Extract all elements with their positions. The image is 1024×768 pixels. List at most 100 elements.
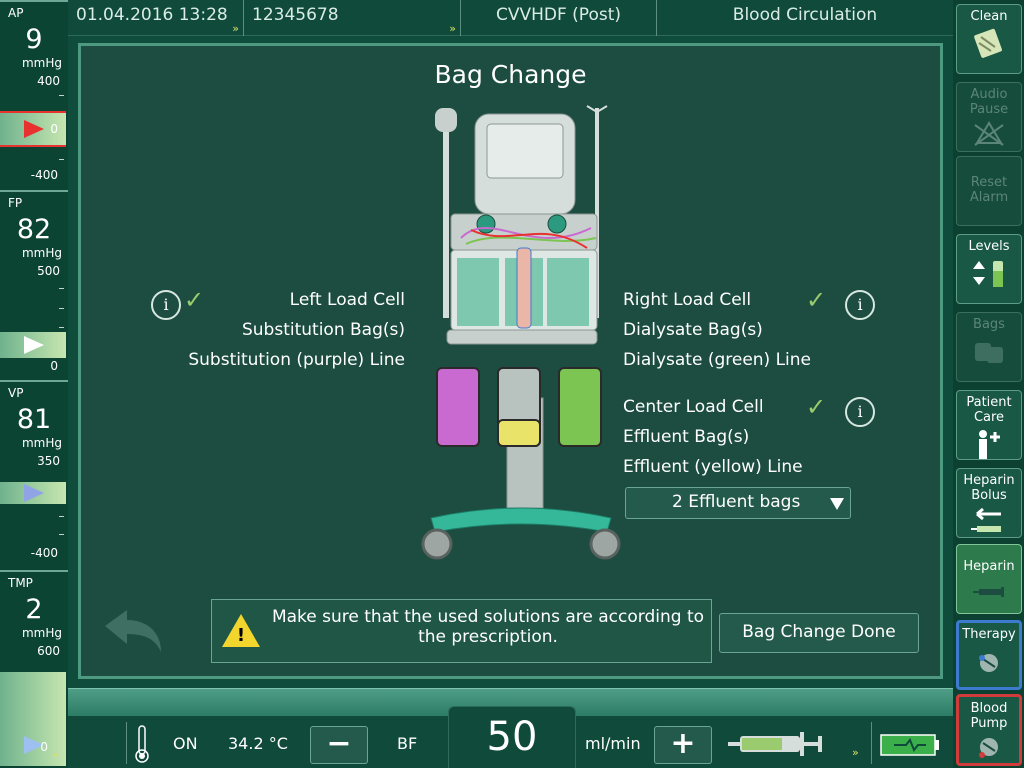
effluent-bags-label: Effluent Bag(s) [623,427,750,447]
effluent-line-label: Effluent (yellow) Line [623,457,803,477]
therapy-mode-cell: CVVHDF (Post) [461,0,657,36]
flow-decrease-button[interactable]: − [310,726,368,764]
pressure-label: AP [8,6,24,20]
effluent-bags-select[interactable]: 2 Effluent bags [625,487,851,519]
levels-button[interactable]: Levels [956,234,1022,304]
top-bar: 01.04.2016 13:28 » 12345678 » CVVHDF (Po… [68,0,953,36]
function-button-column: Clean Audio Pause Reset Alarm Levels Bag… [953,0,1024,768]
left-load-cell-info-icon[interactable]: i [151,290,181,320]
battery-icon [880,734,939,756]
substitution-line-label: Substitution (purple) Line [188,350,405,370]
button-label: Heparin Bolus [963,473,1015,503]
warning-text: Make sure that the used solutions are ac… [271,607,705,647]
pressure-value: 81 [16,404,52,435]
pressure-value: 2 [25,594,43,625]
pressure-vp[interactable]: VP 81 mmHg 350 -400 [0,380,68,570]
center-load-cell-label: Center Load Cell [623,397,764,417]
blood-flow-value: 50 [448,706,576,768]
bag-change-dialog: Bag Change i ✓ Left Load Cell Substituti… [78,43,943,679]
pressure-unit: mmHg [21,246,62,260]
pressure-value: 9 [25,24,43,55]
pressure-min: -400 [30,168,58,182]
button-label: Clean [970,9,1008,24]
pressure-fp[interactable]: FP 82 mmHg 500 0 [0,190,68,380]
button-label: Reset Alarm [969,175,1009,205]
substitution-bag-icon [436,367,480,447]
dialysate-line-label: Dialysate (green) Line [623,350,812,370]
pressure-unit: mmHg [21,56,62,70]
bags-icon [975,343,1003,363]
button-label: Heparin [963,559,1015,574]
therapy-mode: CVVHDF (Post) [495,5,622,25]
left-load-cell-label: Left Load Cell [289,290,405,310]
effluent-bags-select-value: 2 Effluent bags [672,492,801,512]
pressure-unit: mmHg [21,436,62,450]
flow-unit: ml/min [585,734,641,753]
dialog-title: Bag Change [434,60,587,89]
pressure-tmp[interactable]: TMP 2 mmHg 600 0 » [0,570,68,768]
blood-pump-button[interactable]: Blood Pump [956,694,1022,766]
pressure-label: TMP [8,576,33,590]
bag-change-screen: AP 9 mmHg 400 0 -400 FP 82 mmHg 500 0 VP [0,0,1024,768]
pressure-min: -400 [30,546,58,560]
pressure-zero: 0 [50,359,58,373]
more-arrows-icon: » [232,22,239,35]
clean-icon [974,28,1002,58]
flow-increase-button[interactable]: + [654,726,712,764]
temperature-value: 34.2 °C [228,734,288,753]
heparin-button[interactable]: Heparin [956,544,1022,614]
pressure-label: FP [8,196,23,210]
bag-change-done-button[interactable]: Bag Change Done [719,613,919,653]
patient-id-cell[interactable]: 12345678 » [244,0,461,36]
audio-pause-button[interactable]: Audio Pause [956,82,1022,152]
pressure-zero: 0 [40,740,48,754]
blood-pump-icon [979,738,998,758]
pressure-zero: 0 [50,122,58,136]
button-label: Patient Care [966,395,1012,425]
patient-care-button[interactable]: Patient Care [956,390,1022,460]
bf-label: BF [397,734,418,753]
more-arrows-icon: » [852,746,859,759]
pressure-ap[interactable]: AP 9 mmHg 400 0 -400 [0,0,68,190]
pressure-max: 400 [37,74,60,88]
pressure-column: AP 9 mmHg 400 0 -400 FP 82 mmHg 500 0 VP [0,0,68,768]
reset-alarm-button[interactable]: Reset Alarm [956,156,1022,226]
pressure-max: 350 [37,454,60,468]
warning-icon-mark: ! [236,625,246,646]
left-load-cell-check-icon: ✓ [184,286,205,314]
more-arrows-icon: » [449,22,456,35]
syringe-status-icon [728,732,822,756]
pressure-marker-icon [24,120,44,138]
datetime-cell[interactable]: 01.04.2016 13:28 » [68,0,244,36]
right-load-cell-info-icon[interactable]: i [845,290,875,320]
pressure-unit: mmHg [21,626,62,640]
pressure-max: 500 [37,264,60,278]
button-label: Blood Pump [970,701,1008,731]
heparin-bolus-button[interactable]: Heparin Bolus [956,468,1022,538]
datetime: 01.04.2016 13:28 [76,5,228,25]
screen-name: Blood Circulation [732,5,878,25]
button-label: Bags [973,317,1005,332]
thermometer-icon[interactable] [134,724,150,764]
substitution-bags-label: Substitution Bag(s) [241,320,405,340]
back-arrow-icon[interactable] [101,606,167,656]
button-label: Therapy [962,627,1016,642]
effluent-bag-icon [497,419,541,447]
machine-illustration [421,105,621,560]
more-arrows-icon: » [52,748,59,761]
therapy-icon [979,654,998,672]
heparin-bolus-icon [971,507,1001,532]
heater-state: ON [173,734,198,753]
pressure-marker-icon [24,484,44,502]
bags-button[interactable]: Bags [956,312,1022,382]
center-load-cell-info-icon[interactable]: i [845,397,875,427]
pressure-label: VP [8,386,24,400]
right-load-cell-label: Right Load Cell [623,290,752,310]
pressure-marker-icon [24,336,44,354]
patient-id: 12345678 [252,5,339,25]
clean-button[interactable]: Clean [956,4,1022,74]
button-label: Levels [968,239,1010,254]
dialysate-bags-label: Dialysate Bag(s) [623,320,763,340]
therapy-button[interactable]: Therapy [956,620,1022,690]
dialysate-bag-icon [558,367,602,447]
